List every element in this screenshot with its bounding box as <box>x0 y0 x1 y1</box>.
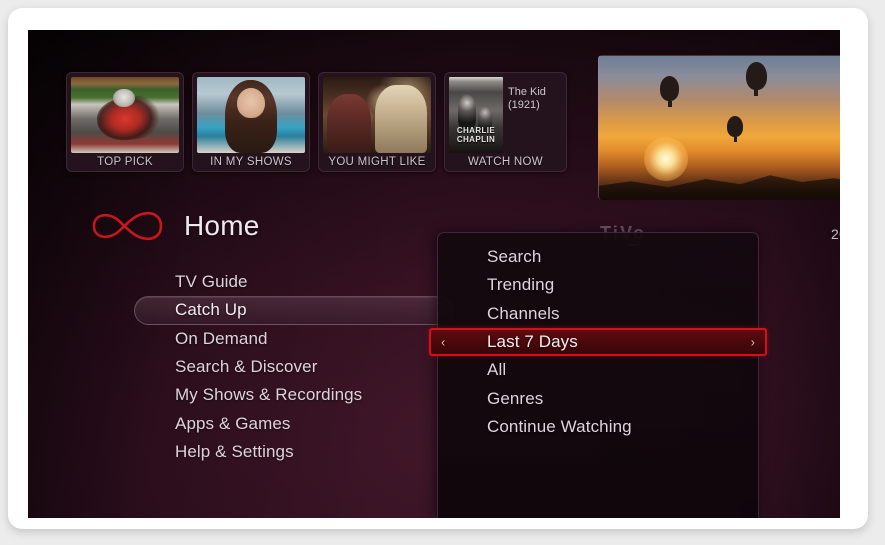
thumbnail-card-watch-now[interactable]: CHARLIE CHAPLIN The Kid (1921) WATCH NOW <box>444 72 567 172</box>
poster-text-line-2: CHAPLIN <box>456 135 496 144</box>
thumbnail-card-in-my-shows[interactable]: IN MY SHOWS <box>192 72 310 172</box>
clock: 20:20 <box>830 225 840 242</box>
submenu-item-label: Search <box>487 247 542 267</box>
movie-year: (1921) <box>508 99 540 111</box>
submenu-item-search[interactable]: Search <box>438 243 758 271</box>
menu-item-apps-and-games[interactable]: Apps & Games <box>134 409 454 437</box>
submenu-item-label: Genres <box>487 388 544 408</box>
menu-item-help-and-settings[interactable]: Help & Settings <box>134 438 454 466</box>
submenu-item-genres[interactable]: Genres <box>438 384 758 412</box>
poster-text-line-1: CHARLIE <box>456 126 496 135</box>
woman-shushing-photo <box>197 77 305 153</box>
chevron-right-icon[interactable]: › <box>751 335 755 350</box>
menu-item-search-and-discover[interactable]: Search & Discover <box>134 353 454 381</box>
page-header: Home <box>88 206 260 246</box>
submenu-item-label: Trending <box>487 275 555 295</box>
submenu-panel: Search Trending Channels ‹ Last 7 Days ›… <box>429 232 767 518</box>
motorbike-racing-photo <box>71 77 179 153</box>
main-menu: TV Guide Catch Up On Demand Search & Dis… <box>134 268 454 466</box>
submenu-item-label: Continue Watching <box>487 416 632 436</box>
two-women-bokeh-photo <box>323 77 431 153</box>
balloon-icon <box>660 76 680 107</box>
balloon-icon <box>745 61 767 96</box>
menu-item-label: TV Guide <box>175 272 248 292</box>
menu-item-label: Catch Up <box>175 300 247 320</box>
mountain-ridge <box>599 175 840 200</box>
movie-title: The Kid <box>508 86 546 98</box>
menu-item-label: Apps & Games <box>175 413 291 433</box>
submenu-item-trending[interactable]: Trending <box>438 271 758 299</box>
thumbnail-label: IN MY SHOWS <box>210 156 292 168</box>
menu-item-label: Help & Settings <box>175 441 294 461</box>
sun-glow <box>644 137 689 182</box>
thumbnail-card-top-pick[interactable]: TOP PICK <box>66 72 184 172</box>
balloon-icon <box>727 116 744 143</box>
submenu-item-label: Channels <box>487 303 560 323</box>
highlight-thumbnail-strip: TOP PICK IN MY SHOWS YOU MIGHT LIKE CHAR… <box>66 72 567 172</box>
movie-title-block: The Kid (1921) <box>508 77 562 153</box>
submenu-item-label: All <box>487 360 507 380</box>
submenu-item-all[interactable]: All <box>438 356 758 384</box>
menu-item-label: My Shows & Recordings <box>175 385 363 405</box>
submenu-item-channels[interactable]: Channels <box>438 300 758 328</box>
tivo-home-screen: TOP PICK IN MY SHOWS YOU MIGHT LIKE CHAR… <box>28 30 840 518</box>
chevron-left-icon[interactable]: ‹ <box>441 335 445 350</box>
menu-item-my-shows-and-recordings[interactable]: My Shows & Recordings <box>134 381 454 409</box>
charlie-chaplin-the-kid-poster: CHARLIE CHAPLIN <box>449 77 503 153</box>
page-title: Home <box>184 210 260 241</box>
thumbnail-label: WATCH NOW <box>468 156 543 168</box>
video-preview-hot-air-balloons[interactable] <box>598 55 840 200</box>
submenu-item-last-7-days[interactable]: ‹ Last 7 Days › <box>429 327 767 357</box>
menu-item-tv-guide[interactable]: TV Guide <box>134 268 454 296</box>
page-root: TOP PICK IN MY SHOWS YOU MIGHT LIKE CHAR… <box>0 0 885 545</box>
virgin-infinity-icon <box>92 211 163 241</box>
submenu-item-label: Last 7 Days <box>487 332 578 352</box>
menu-item-label: On Demand <box>175 328 268 348</box>
menu-item-catch-up[interactable]: Catch Up <box>134 296 454 325</box>
thumbnail-card-you-might-like[interactable]: YOU MIGHT LIKE <box>318 72 436 172</box>
submenu-list: Search Trending Channels ‹ Last 7 Days ›… <box>429 233 767 441</box>
menu-item-label: Search & Discover <box>175 357 318 377</box>
menu-item-on-demand[interactable]: On Demand <box>134 325 454 353</box>
thumbnail-label: TOP PICK <box>97 156 153 168</box>
submenu-item-continue-watching[interactable]: Continue Watching <box>438 413 758 441</box>
thumbnail-label: YOU MIGHT LIKE <box>328 156 426 168</box>
